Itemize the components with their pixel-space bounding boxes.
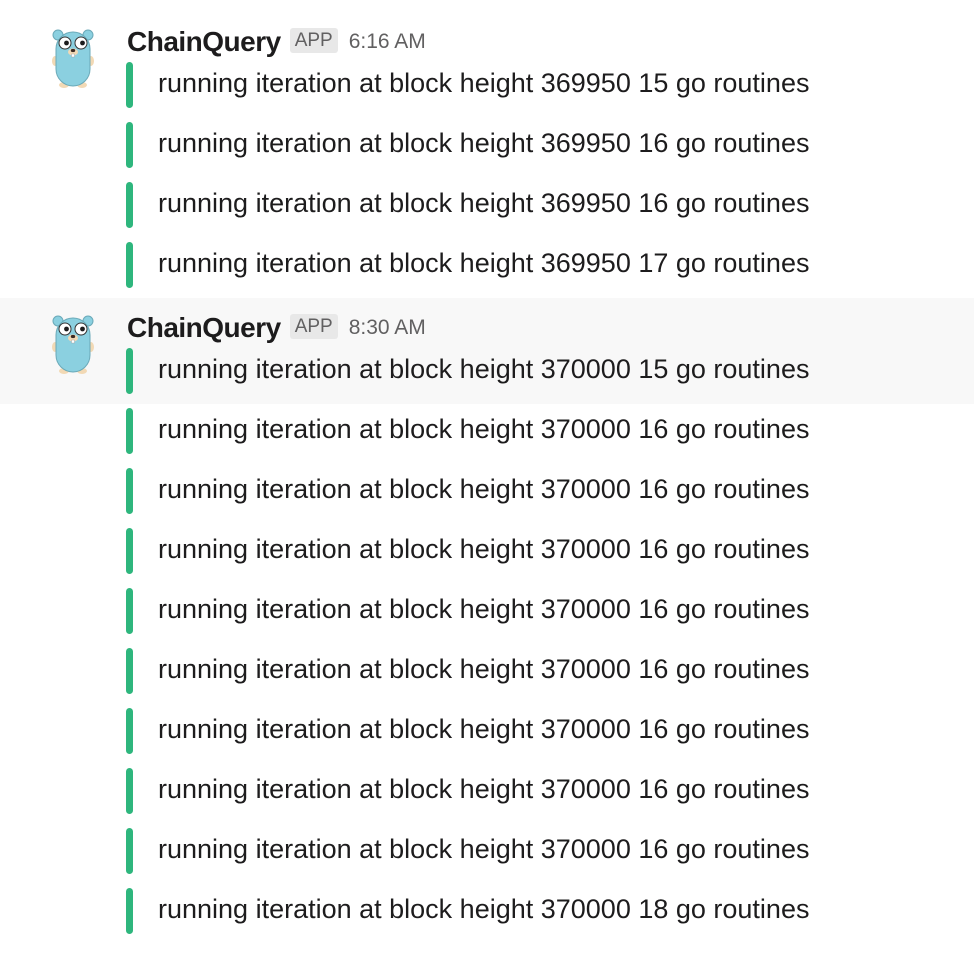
attachment-color-bar [126,408,133,454]
message-group[interactable]: ChainQuery APP 8:30 AM running iteration… [0,298,974,948]
attachment: running iteration at block height 369950… [126,122,946,168]
message-header: ChainQuery APP 6:16 AM [127,24,426,60]
sender-name[interactable]: ChainQuery [127,26,281,58]
gopher-avatar-icon[interactable] [50,28,96,88]
message-timestamp[interactable]: 8:30 AM [349,316,426,340]
message-group[interactable]: ChainQuery APP 6:16 AM running iteration… [0,0,974,298]
attachment: running iteration at block height 370000… [126,708,946,754]
attachment: running iteration at block height 370000… [126,768,946,814]
attachment-color-bar [126,768,133,814]
gopher-avatar-icon[interactable] [50,314,96,374]
attachment-color-bar [126,528,133,574]
attachment-color-bar [126,828,133,874]
attachment-color-bar [126,182,133,228]
attachment-text: running iteration at block height 370000… [158,834,810,864]
attachment-color-bar [126,122,133,168]
attachment-text: running iteration at block height 369950… [158,188,810,218]
attachment-color-bar [126,648,133,694]
attachment: running iteration at block height 369950… [126,62,946,108]
attachment: running iteration at block height 370000… [126,888,946,934]
attachment: running iteration at block height 370000… [126,408,946,454]
attachment-color-bar [126,588,133,634]
attachment: running iteration at block height 369950… [126,242,946,288]
attachment-text: running iteration at block height 370000… [158,654,810,684]
attachment-color-bar [126,242,133,288]
attachment: running iteration at block height 370000… [126,348,946,394]
attachment: running iteration at block height 370000… [126,468,946,514]
attachment-color-bar [126,888,133,934]
attachment: running iteration at block height 370000… [126,828,946,874]
attachment: running iteration at block height 370000… [126,588,946,634]
attachment-text: running iteration at block height 370000… [158,774,810,804]
attachment-color-bar [126,708,133,754]
attachment-color-bar [126,62,133,108]
message-timestamp[interactable]: 6:16 AM [349,30,426,54]
attachment-text: running iteration at block height 369950… [158,248,810,278]
attachment-text: running iteration at block height 370000… [158,534,810,564]
attachment-text: running iteration at block height 369950… [158,128,810,158]
attachment-text: running iteration at block height 370000… [158,474,810,504]
attachment: running iteration at block height 369950… [126,182,946,228]
attachment-text: running iteration at block height 369950… [158,68,810,98]
attachment-color-bar [126,468,133,514]
attachment: running iteration at block height 370000… [126,528,946,574]
attachment-text: running iteration at block height 370000… [158,894,810,924]
message-header: ChainQuery APP 8:30 AM [127,310,426,346]
attachment-color-bar [126,348,133,394]
attachment-text: running iteration at block height 370000… [158,714,810,744]
attachment-text: running iteration at block height 370000… [158,354,810,384]
app-badge: APP [289,27,338,53]
attachment-text: running iteration at block height 370000… [158,414,810,444]
attachment-text: running iteration at block height 370000… [158,594,810,624]
sender-name[interactable]: ChainQuery [127,312,281,344]
app-badge: APP [289,313,338,339]
attachment: running iteration at block height 370000… [126,648,946,694]
